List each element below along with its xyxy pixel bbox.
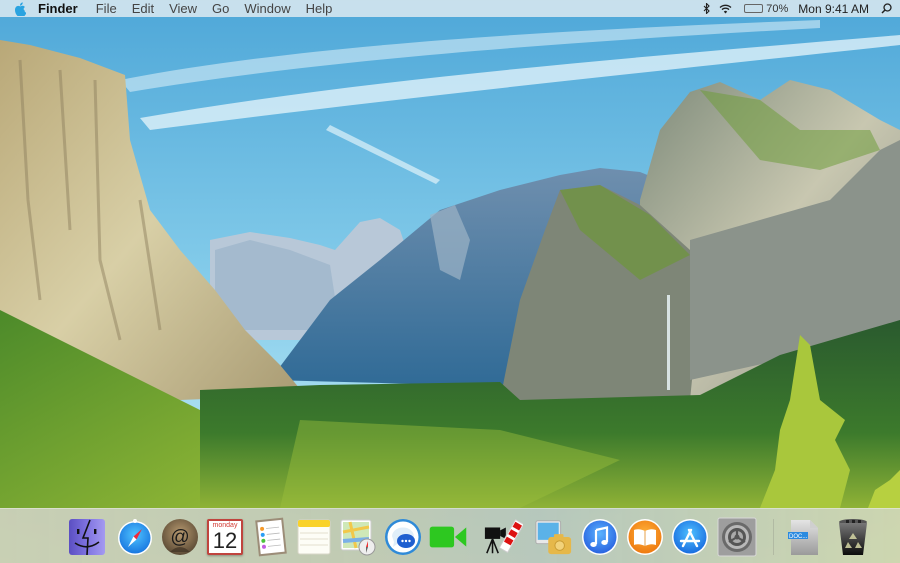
wifi-icon[interactable] bbox=[719, 4, 732, 14]
dock-item-movie-maker[interactable] bbox=[483, 517, 523, 557]
dock-item-ibooks[interactable] bbox=[625, 517, 665, 557]
dock-item-image-capture[interactable] bbox=[533, 517, 573, 557]
safari-icon bbox=[118, 519, 152, 555]
system-preferences-icon bbox=[717, 517, 757, 557]
document-icon: DOC... bbox=[788, 520, 818, 555]
movie-camera-icon bbox=[484, 518, 523, 554]
battery-icon bbox=[744, 4, 764, 13]
dock-item-notes[interactable] bbox=[294, 517, 334, 557]
menu-view[interactable]: View bbox=[169, 0, 197, 17]
dock: @ monday 12 DOC... bbox=[0, 508, 900, 563]
battery-indicator[interactable]: 70% bbox=[744, 3, 788, 15]
dock-item-facetime[interactable] bbox=[428, 517, 468, 557]
menu-help[interactable]: Help bbox=[306, 0, 333, 17]
bridalveil-fall bbox=[667, 295, 670, 390]
ibooks-icon bbox=[627, 519, 663, 555]
calendar-icon: monday 12 bbox=[207, 519, 243, 555]
calendar-date: 12 bbox=[212, 528, 238, 553]
menu-app-name[interactable]: Finder bbox=[38, 0, 78, 17]
messages-icon bbox=[385, 519, 421, 555]
dock-item-safari[interactable] bbox=[115, 517, 155, 557]
app-store-icon bbox=[672, 519, 708, 555]
menu-clock[interactable]: Mon 9:41 AM bbox=[798, 2, 869, 16]
itunes-icon bbox=[582, 519, 618, 555]
dock-item-app-store[interactable] bbox=[670, 517, 710, 557]
spotlight-search-icon[interactable] bbox=[881, 3, 892, 14]
maps-icon bbox=[340, 519, 376, 556]
menu-go[interactable]: Go bbox=[212, 0, 229, 17]
status-area: 70% Mon 9:41 AM bbox=[703, 0, 900, 17]
dock-item-reminders[interactable] bbox=[251, 517, 291, 557]
menu-file[interactable]: File bbox=[96, 0, 117, 17]
dock-item-mail[interactable]: @ bbox=[160, 517, 200, 557]
desktop-wallpaper bbox=[0, 0, 900, 563]
trash-icon bbox=[839, 519, 867, 555]
dock-item-trash[interactable] bbox=[833, 517, 873, 557]
apple-logo-icon[interactable] bbox=[13, 1, 27, 16]
dock-item-finder[interactable] bbox=[67, 517, 107, 557]
finder-icon bbox=[69, 519, 105, 556]
image-capture-icon bbox=[535, 520, 572, 555]
svg-text:@: @ bbox=[170, 527, 189, 548]
menu-edit[interactable]: Edit bbox=[132, 0, 154, 17]
dock-item-system-preferences[interactable] bbox=[717, 517, 757, 557]
yosemite-wallpaper bbox=[0, 0, 900, 563]
bluetooth-icon[interactable] bbox=[703, 3, 711, 14]
dock-item-calendar[interactable]: monday 12 bbox=[205, 517, 245, 557]
reminders-icon bbox=[255, 517, 287, 557]
menu-window[interactable]: Window bbox=[244, 0, 290, 17]
dock-separator bbox=[773, 519, 774, 555]
menu-bar: Finder File Edit View Go Window Help 70%… bbox=[0, 0, 900, 17]
dock-item-itunes[interactable] bbox=[580, 517, 620, 557]
facetime-icon bbox=[429, 526, 467, 548]
document-label: DOC... bbox=[789, 534, 808, 540]
dock-item-document[interactable]: DOC... bbox=[784, 517, 824, 557]
mail-icon: @ bbox=[162, 519, 198, 555]
notes-icon bbox=[297, 519, 331, 555]
dock-item-maps[interactable] bbox=[338, 517, 378, 557]
dock-item-messages[interactable] bbox=[383, 517, 423, 557]
battery-percent: 70% bbox=[766, 2, 789, 15]
